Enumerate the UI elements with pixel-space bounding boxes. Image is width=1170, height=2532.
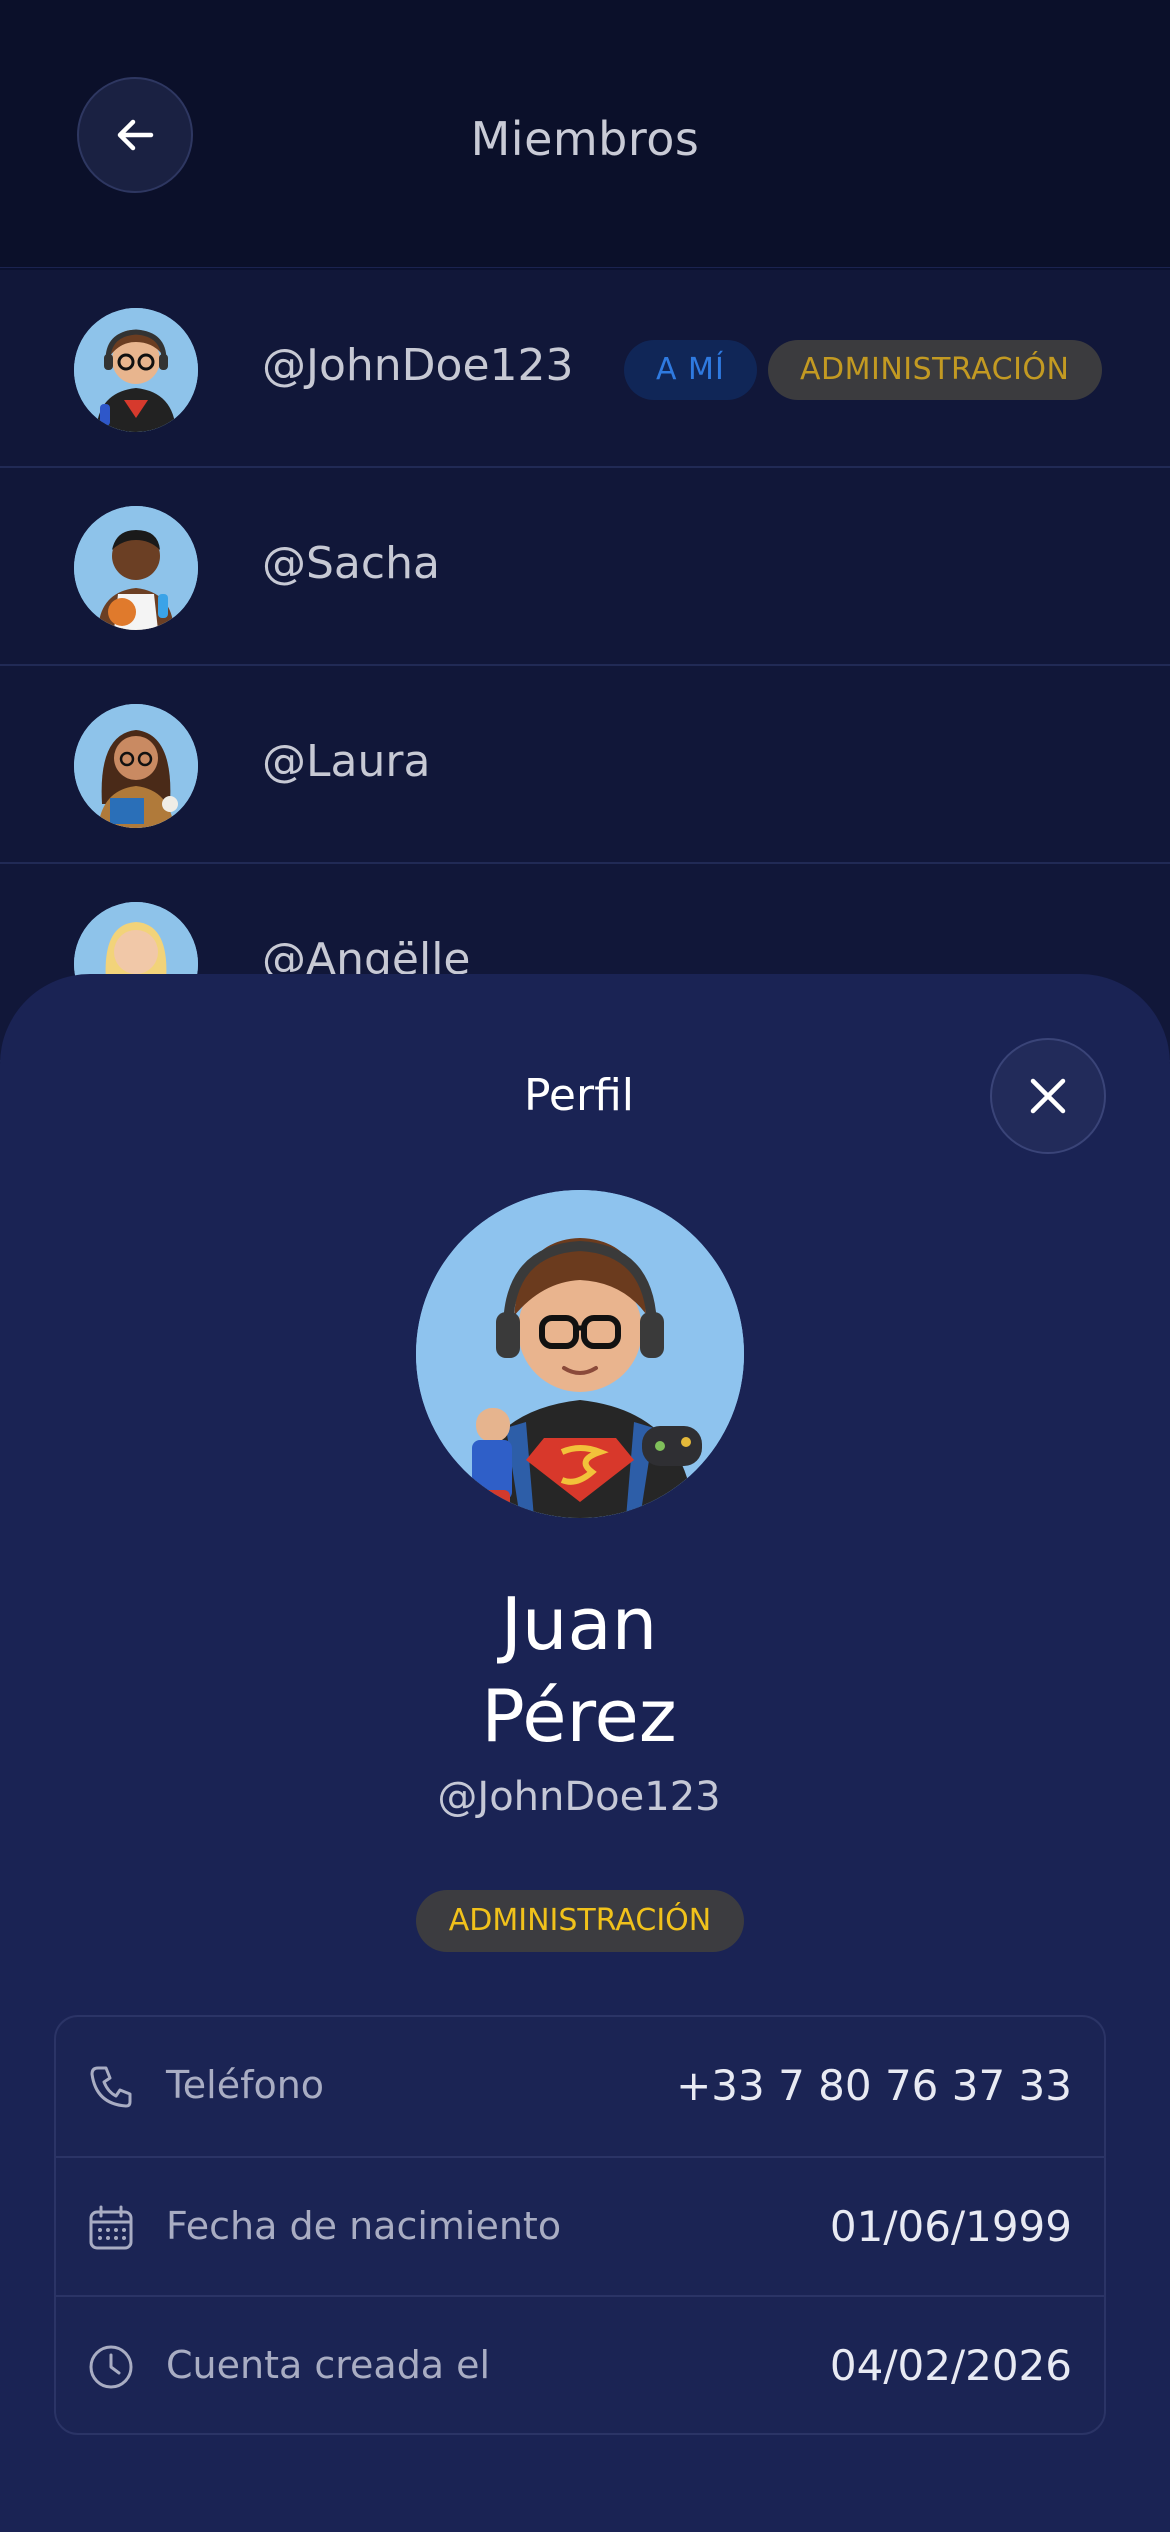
member-row[interactable]: @JohnDoe123 A MÍ ADMINISTRACIÓN xyxy=(0,270,1170,468)
detail-value: +33 7 80 76 37 33 xyxy=(676,2061,1072,2110)
member-handle: @Sacha xyxy=(262,538,440,589)
detail-row-birthdate: Fecha de nacimiento 01/06/1999 xyxy=(56,2156,1104,2295)
page-title: Miembros xyxy=(470,112,700,166)
detail-row-created: Cuenta creada el 04/02/2026 xyxy=(56,2295,1104,2434)
member-row[interactable]: @Sacha xyxy=(0,468,1170,666)
close-icon xyxy=(1030,1078,1066,1114)
detail-value: 04/02/2026 xyxy=(829,2341,1072,2390)
avatar xyxy=(74,308,198,432)
close-button[interactable] xyxy=(990,1038,1106,1154)
avatar xyxy=(74,704,198,828)
sheet-title: Perfil xyxy=(523,1070,635,1121)
detail-value: 01/06/1999 xyxy=(829,2202,1072,2251)
profile-handle: @JohnDoe123 xyxy=(437,1774,721,1820)
profile-sheet: Perfil Juan Pérez @JohnDoe123 ADMINISTRA… xyxy=(0,974,1170,2532)
me-badge: A MÍ xyxy=(624,340,757,400)
profile-details-card: Teléfono +33 7 80 76 37 33 Fecha de naci… xyxy=(54,2015,1106,2435)
profile-name: Juan Pérez xyxy=(0,1578,1158,1762)
admin-badge: ADMINISTRACIÓN xyxy=(768,340,1102,400)
phone-icon xyxy=(90,2066,132,2108)
member-handle: @JohnDoe123 xyxy=(262,340,574,391)
detail-label: Teléfono xyxy=(166,2063,325,2107)
detail-label: Cuenta creada el xyxy=(166,2343,491,2387)
avatar xyxy=(74,506,198,630)
clock-icon xyxy=(89,2345,133,2389)
detail-label: Fecha de nacimiento xyxy=(166,2204,562,2248)
profile-last-name: Pérez xyxy=(481,1674,677,1758)
members-screen: Miembros @JohnDoe123 A MÍ ADMINISTRACIÓN xyxy=(0,0,1170,2532)
profile-first-name: Juan xyxy=(500,1582,658,1666)
top-bar: Miembros xyxy=(0,0,1170,268)
calendar-icon xyxy=(89,2205,133,2250)
member-handle: @Laura xyxy=(262,736,431,787)
profile-avatar xyxy=(416,1190,744,1518)
member-row[interactable]: @Laura xyxy=(0,666,1170,864)
role-badge: ADMINISTRACIÓN xyxy=(416,1890,744,1952)
detail-row-phone: Teléfono +33 7 80 76 37 33 xyxy=(56,2017,1104,2156)
